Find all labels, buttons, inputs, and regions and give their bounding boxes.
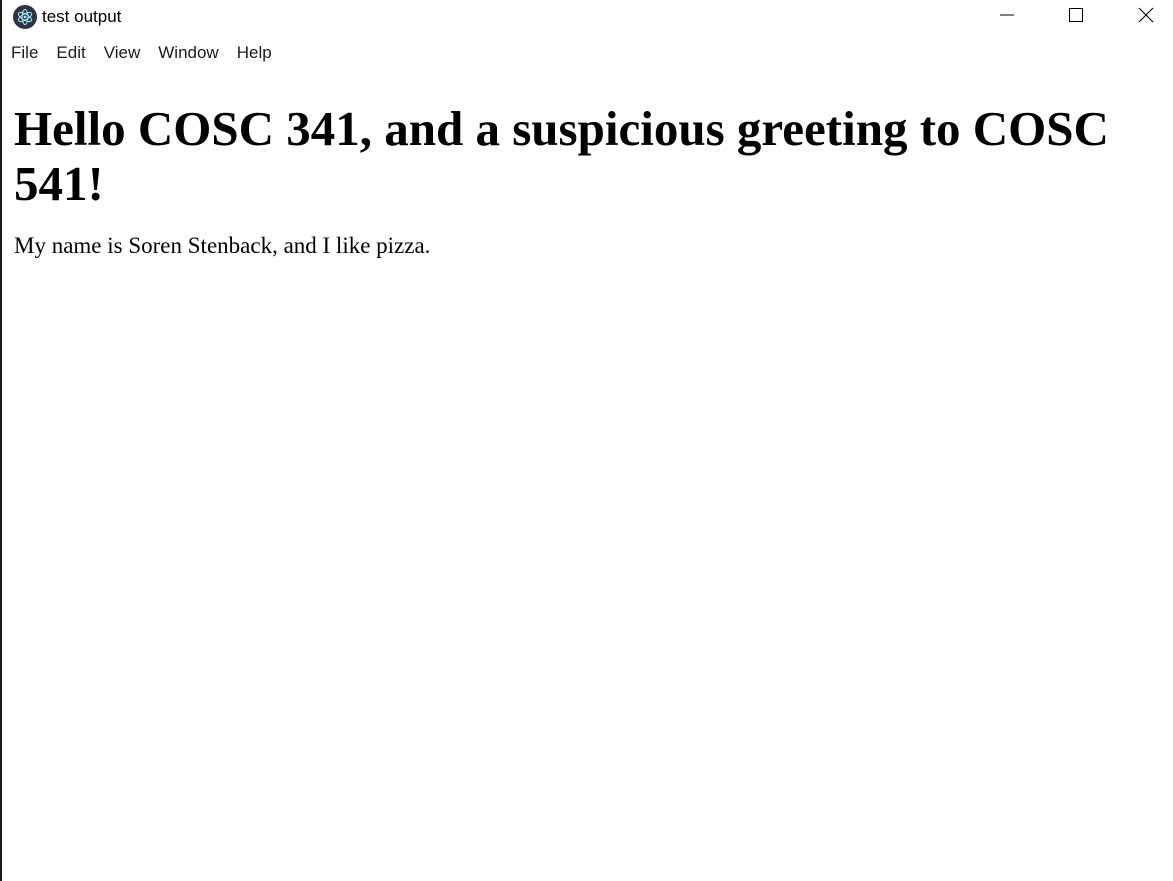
app-window: test output File Edit View Window Help H… (0, 0, 1173, 881)
electron-app-icon[interactable] (13, 5, 37, 29)
menu-window[interactable]: Window (149, 36, 227, 70)
window-title: test output (42, 7, 122, 26)
maximize-icon (1068, 7, 1084, 28)
menu-file[interactable]: File (2, 36, 47, 70)
close-button[interactable] (1123, 0, 1169, 34)
minimize-icon (999, 7, 1015, 28)
page-heading: Hello COSC 341, and a suspicious greetin… (14, 101, 1109, 211)
close-icon (1138, 7, 1154, 28)
maximize-button[interactable] (1053, 0, 1099, 34)
page-content: Hello COSC 341, and a suspicious greetin… (14, 76, 1154, 260)
title-bar[interactable]: test output (2, 0, 1173, 34)
menu-edit[interactable]: Edit (47, 36, 94, 70)
minimize-button[interactable] (984, 0, 1030, 34)
intro-paragraph: My name is Soren Stenback, and I like pi… (14, 233, 431, 258)
menu-bar: File Edit View Window Help (2, 36, 281, 70)
menu-help[interactable]: Help (228, 36, 281, 70)
menu-view[interactable]: View (95, 36, 150, 70)
